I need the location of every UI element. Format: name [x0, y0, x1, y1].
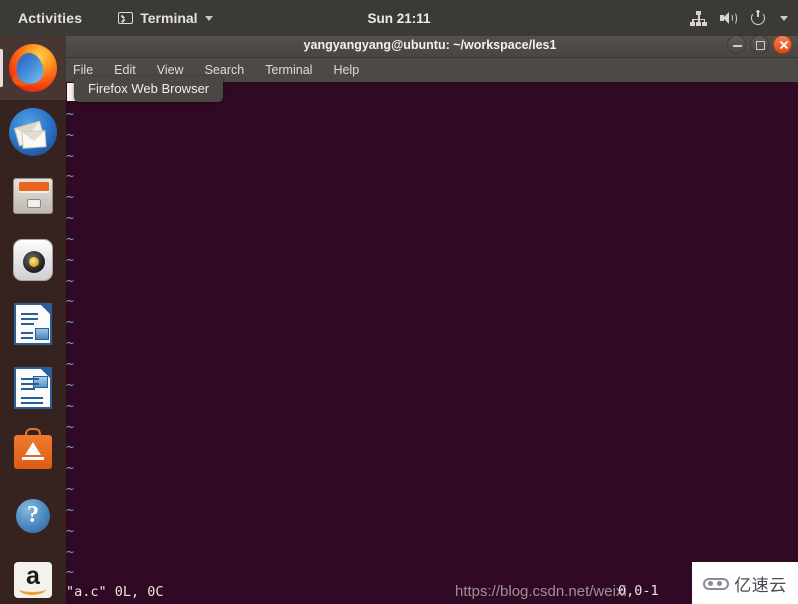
dock-item-files[interactable]	[0, 164, 66, 228]
app-menu-terminal[interactable]: Terminal	[112, 7, 218, 29]
launcher-dock: ? a	[0, 36, 66, 604]
terminal-text-area[interactable]: ~ ~ ~ ~ ~ ~ ~ ~ ~ ~ ~ ~ ~ ~ ~ ~ ~ ~ ~ ~ ~ ~ ~ "a.c" 0L, 0C 0,0…	[62, 82, 798, 604]
thunderbird-icon	[9, 108, 57, 156]
vim-tilde-line: ~	[66, 543, 75, 560]
vim-tilde-line: ~	[66, 230, 75, 247]
files-icon	[9, 172, 57, 220]
top-panel: Activities Terminal Sun 21:11	[0, 0, 798, 36]
network-wired-icon	[690, 10, 707, 26]
vim-tilde-line: ~	[66, 293, 75, 310]
vim-tilde-line: ~	[66, 272, 75, 289]
chevron-down-icon	[204, 15, 213, 21]
minimize-button[interactable]	[727, 35, 746, 54]
vim-tilde-line: ~	[66, 314, 75, 331]
vim-tilde-line: ~	[66, 147, 75, 164]
firefox-icon	[9, 44, 57, 92]
menu-item-terminal[interactable]: Terminal	[262, 62, 315, 78]
dock-item-rhythmbox[interactable]	[0, 228, 66, 292]
dock-item-firefox[interactable]	[0, 36, 66, 100]
help-icon: ?	[9, 492, 57, 540]
panel-status-area[interactable]	[690, 10, 788, 26]
vim-tilde-line: ~	[66, 501, 75, 518]
dock-item-amazon[interactable]: a	[0, 548, 66, 604]
menu-item-help[interactable]: Help	[330, 62, 362, 78]
terminal-icon	[118, 12, 134, 24]
tooltip-firefox-web-browser: Firefox Web Browser	[74, 76, 224, 102]
libreoffice-impress-icon	[9, 300, 57, 348]
terminal-window: yangyangyang@ubuntu: ~/workspace/les1 Fi…	[62, 32, 798, 604]
window-title: yangyangyang@ubuntu: ~/workspace/les1	[303, 37, 557, 52]
amazon-icon: a	[9, 556, 57, 604]
vim-empty-line-markers: ~ ~ ~ ~ ~ ~ ~ ~ ~ ~ ~ ~ ~ ~ ~ ~ ~ ~ ~ ~ ~ ~ ~	[66, 83, 798, 583]
volume-icon	[720, 10, 738, 26]
status-chevron-down-icon	[780, 15, 788, 21]
close-button[interactable]	[773, 35, 792, 54]
vim-tilde-line: ~	[66, 355, 75, 372]
dock-item-help[interactable]: ?	[0, 484, 66, 548]
dock-item-libreoffice-impress[interactable]	[0, 292, 66, 356]
dock-item-ubuntu-software[interactable]	[0, 420, 66, 484]
vim-tilde-line: ~	[66, 564, 75, 581]
desktop-screen: Activities Terminal Sun 21:11 ? a yangya…	[0, 0, 798, 604]
maximize-button[interactable]	[750, 35, 769, 54]
ubuntu-software-icon	[9, 428, 57, 476]
vim-tilde-line: ~	[66, 460, 75, 477]
vim-tilde-line: ~	[66, 189, 75, 206]
watermark-logo-text: 亿速云	[734, 575, 787, 596]
vim-tilde-line: ~	[66, 376, 75, 393]
watermark-logo: 亿速云	[692, 562, 798, 604]
vim-tilde-line: ~	[66, 481, 75, 498]
app-menu-label: Terminal	[140, 10, 198, 26]
vim-tilde-line: ~	[66, 210, 75, 227]
vim-tilde-line: ~	[66, 251, 75, 268]
terminal-menubar: File Edit View Search Terminal Help Fire…	[62, 58, 798, 102]
vim-tilde-line: ~	[66, 335, 75, 352]
activities-button[interactable]: Activities	[12, 7, 88, 29]
vim-tilde-line: ~	[66, 418, 75, 435]
vim-tilde-line: ~	[66, 522, 75, 539]
rhythmbox-icon	[9, 236, 57, 284]
vim-tilde-line: ~	[66, 126, 75, 143]
cloud-icon	[703, 575, 730, 591]
vim-ruler-position: 0,0-1	[618, 583, 659, 599]
vim-tilde-line: ~	[66, 397, 75, 414]
vim-status-line: "a.c" 0L, 0C	[66, 584, 164, 600]
libreoffice-writer-icon	[9, 364, 57, 412]
dock-item-libreoffice-writer[interactable]	[0, 356, 66, 420]
vim-tilde-line: ~	[66, 439, 75, 456]
vim-tilde-line: ~	[66, 105, 75, 122]
vim-tilde-line: ~	[66, 168, 75, 185]
power-icon	[751, 10, 767, 26]
dock-item-thunderbird[interactable]	[0, 100, 66, 164]
window-controls	[727, 35, 792, 54]
